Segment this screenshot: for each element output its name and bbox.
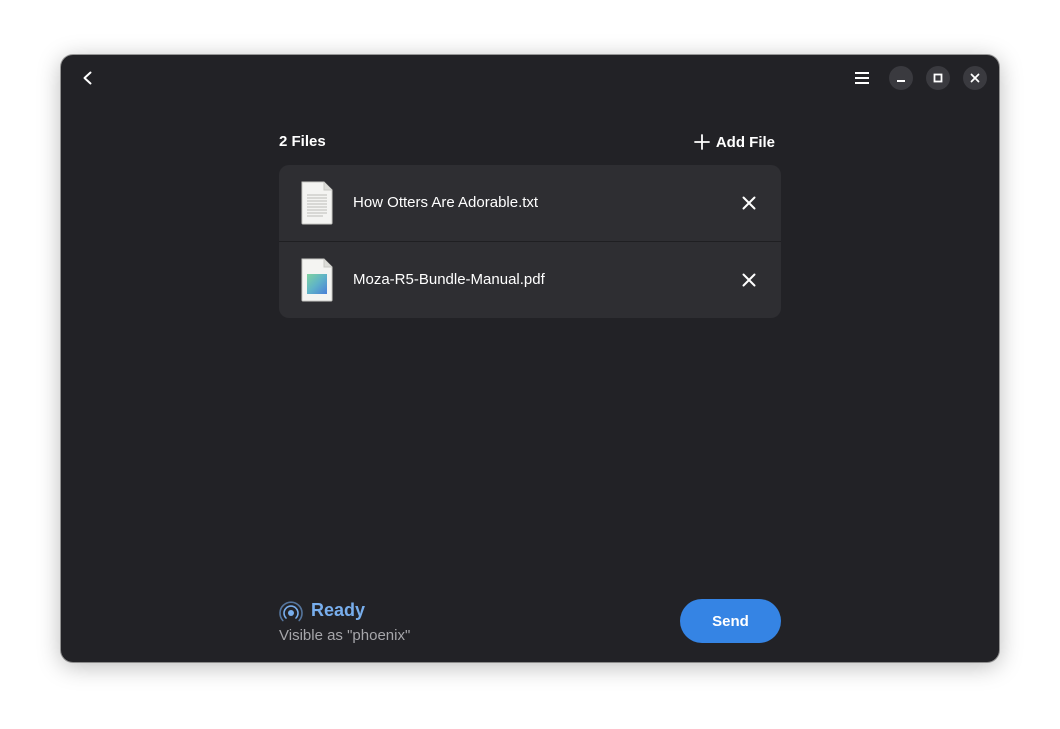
status-title: Ready	[311, 600, 365, 621]
file-name: How Otters Are Adorable.txt	[353, 194, 538, 211]
hamburger-menu-icon	[854, 70, 870, 86]
back-button[interactable]	[73, 63, 103, 93]
files-count-label: 2 Files	[279, 133, 326, 150]
status-area: Ready Visible as "phoenix"	[279, 598, 579, 648]
file-list: How Otters Are Adorable.txt	[279, 165, 781, 318]
close-icon	[742, 273, 756, 287]
files-header: 2 Files Add File	[279, 131, 781, 153]
add-file-button[interactable]: Add File	[694, 129, 775, 155]
pdf-document-icon	[299, 258, 335, 302]
plus-icon	[694, 134, 710, 150]
remove-file-button[interactable]	[733, 265, 765, 295]
maximize-button[interactable]	[926, 66, 950, 90]
add-file-label: Add File	[716, 134, 775, 151]
go-back-icon	[80, 70, 96, 86]
visibility-label: Visible as "phoenix"	[279, 627, 410, 644]
maximize-icon	[933, 73, 943, 83]
remove-file-button[interactable]	[733, 188, 765, 218]
header-bar	[61, 55, 999, 101]
main-menu-button[interactable]	[845, 63, 879, 93]
app-window: 2 Files Add File	[61, 55, 999, 662]
broadcast-signal-icon	[279, 600, 303, 624]
file-name: Moza-R5-Bundle-Manual.pdf	[353, 271, 545, 288]
close-icon	[970, 73, 980, 83]
close-icon	[742, 196, 756, 210]
minimize-button[interactable]	[889, 66, 913, 90]
text-document-icon	[299, 181, 335, 225]
minimize-icon	[896, 73, 906, 83]
file-row: Moza-R5-Bundle-Manual.pdf	[279, 241, 781, 318]
close-window-button[interactable]	[963, 66, 987, 90]
file-row: How Otters Are Adorable.txt	[279, 165, 781, 241]
send-button[interactable]: Send	[680, 599, 781, 643]
